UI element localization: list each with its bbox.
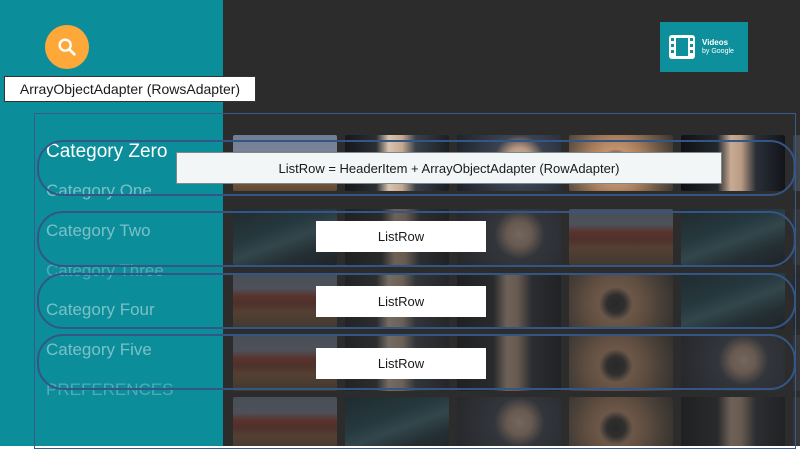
logo-title: Videos xyxy=(702,38,729,48)
header-item-category-five[interactable]: Category Five xyxy=(46,340,152,360)
video-card[interactable] xyxy=(233,397,337,446)
video-card[interactable] xyxy=(681,209,785,265)
video-card[interactable] xyxy=(233,273,337,329)
search-icon xyxy=(58,38,76,56)
video-card[interactable] xyxy=(793,335,800,391)
video-card[interactable] xyxy=(681,135,785,191)
video-card[interactable] xyxy=(793,209,800,265)
video-card[interactable] xyxy=(569,273,673,329)
video-card[interactable] xyxy=(681,273,785,329)
video-card[interactable] xyxy=(793,135,800,191)
video-card[interactable] xyxy=(457,397,561,446)
video-card[interactable] xyxy=(345,135,449,191)
video-card[interactable] xyxy=(569,335,673,391)
video-card[interactable] xyxy=(345,335,449,391)
video-card[interactable] xyxy=(345,273,449,329)
header-item-preferences[interactable]: PREFERENCES xyxy=(46,380,174,400)
header-item-category-one[interactable]: Category One xyxy=(46,181,152,201)
video-card[interactable] xyxy=(793,397,800,446)
video-card[interactable] xyxy=(569,397,673,446)
video-card[interactable] xyxy=(457,209,561,265)
headers-sidebar: Category Zero Category One Category Two … xyxy=(0,0,223,446)
video-card[interactable] xyxy=(681,397,785,446)
video-card[interactable] xyxy=(233,209,337,265)
video-card[interactable] xyxy=(457,135,561,191)
video-card[interactable] xyxy=(793,273,800,329)
logo-subtitle: by Google xyxy=(702,47,734,55)
video-card[interactable] xyxy=(569,209,673,265)
video-card[interactable] xyxy=(457,335,561,391)
video-card[interactable] xyxy=(233,335,337,391)
videos-by-google-logo: Videos by Google xyxy=(660,22,748,72)
header-item-category-three[interactable]: Category Three xyxy=(46,261,164,281)
film-strip-icon xyxy=(669,35,695,59)
header-item-category-zero[interactable]: Category Zero xyxy=(46,141,167,163)
card-grid xyxy=(233,135,800,446)
header-item-category-four[interactable]: Category Four xyxy=(46,300,155,320)
video-card[interactable] xyxy=(345,397,449,446)
video-card[interactable] xyxy=(569,135,673,191)
video-card[interactable] xyxy=(681,335,785,391)
video-card[interactable] xyxy=(457,273,561,329)
video-card[interactable] xyxy=(345,209,449,265)
search-button[interactable] xyxy=(45,25,89,69)
header-item-category-two[interactable]: Category Two xyxy=(46,221,151,241)
video-card[interactable] xyxy=(233,135,337,191)
